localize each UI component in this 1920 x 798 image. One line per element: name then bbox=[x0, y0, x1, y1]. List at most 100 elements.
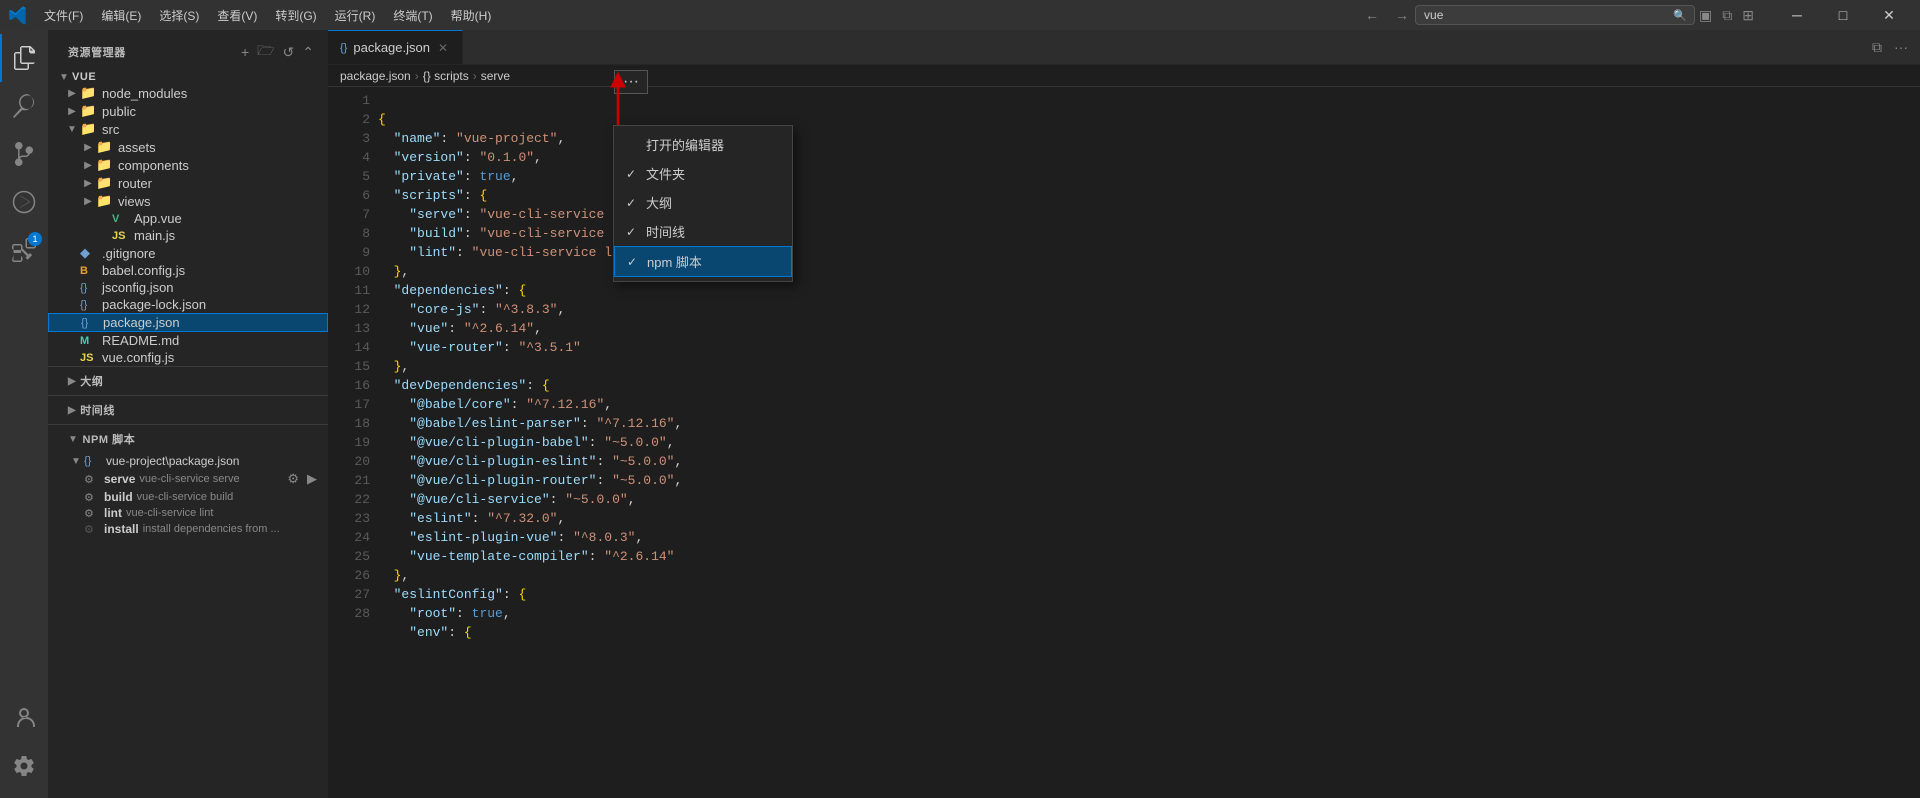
breadcrumb-file[interactable]: package.json bbox=[340, 69, 411, 83]
npm-serve-gear-button[interactable]: ⚙ bbox=[284, 470, 302, 488]
npm-install-name: install bbox=[104, 522, 139, 536]
titlebar-menus: 文件(F) 编辑(E) 选择(S) 查看(V) 转到(G) 运行(R) 终端(T… bbox=[36, 5, 1359, 26]
jsconfig-icon: {} bbox=[80, 282, 98, 294]
tree-router[interactable]: ▶ 📁 router bbox=[48, 174, 328, 192]
vue-config-icon: JS bbox=[80, 352, 98, 364]
context-menu-open-editors[interactable]: 打开的编辑器 bbox=[614, 130, 792, 159]
src-arrow: ▼ bbox=[64, 124, 80, 135]
npm-scripts-check: ✓ bbox=[627, 255, 639, 269]
router-arrow: ▶ bbox=[80, 178, 96, 189]
node-modules-label: node_modules bbox=[102, 86, 328, 101]
refresh-button[interactable]: ↺ bbox=[281, 38, 297, 66]
context-menu-outline[interactable]: ✓ 大纲 bbox=[614, 188, 792, 217]
tree-app-vue[interactable]: ▶ V App.vue bbox=[48, 210, 328, 227]
npm-lint-cmd: vue-cli-service lint bbox=[126, 507, 213, 519]
tree-jsconfig[interactable]: ▶ {} jsconfig.json bbox=[48, 279, 328, 296]
split-editor-button[interactable]: ⧉ bbox=[1868, 37, 1886, 58]
babel-config-label: babel.config.js bbox=[102, 263, 328, 278]
tree-package-json[interactable]: ▶ {} package.json bbox=[48, 313, 328, 332]
activity-explorer[interactable] bbox=[0, 34, 48, 82]
three-dots-menu-button[interactable]: ··· bbox=[614, 70, 648, 94]
tree-vue-config[interactable]: ▶ JS vue.config.js bbox=[48, 349, 328, 366]
tree-assets[interactable]: ▶ 📁 assets bbox=[48, 138, 328, 156]
components-arrow: ▶ bbox=[80, 160, 96, 171]
search-input[interactable] bbox=[1415, 5, 1695, 25]
layout-grid-button[interactable]: ⊞ bbox=[1738, 5, 1758, 26]
context-menu-timeline[interactable]: ✓ 时间线 bbox=[614, 217, 792, 246]
menu-file[interactable]: 文件(F) bbox=[36, 5, 91, 26]
tree-package-lock[interactable]: ▶ {} package-lock.json bbox=[48, 296, 328, 313]
npm-build-icon: ⚙ bbox=[84, 491, 100, 504]
breadcrumb-serve[interactable]: serve bbox=[481, 69, 510, 83]
tree-gitignore[interactable]: ▶ ◆ .gitignore bbox=[48, 244, 328, 262]
search-icon bbox=[12, 94, 36, 118]
node-modules-icon: 📁 bbox=[80, 85, 98, 101]
code-content[interactable]: { "name": "vue-project", "version": "0.1… bbox=[378, 87, 1920, 798]
context-menu-folders[interactable]: ✓ 文件夹 bbox=[614, 159, 792, 188]
tree-readme[interactable]: ▶ M README.md bbox=[48, 332, 328, 349]
activity-search[interactable] bbox=[0, 82, 48, 130]
layout-toggle-button[interactable]: ▣ bbox=[1695, 5, 1716, 26]
new-file-button[interactable]: + bbox=[239, 38, 251, 66]
package-lock-label: package-lock.json bbox=[102, 297, 328, 312]
npm-serve-name: serve bbox=[104, 472, 135, 486]
tree-public[interactable]: ▶ 📁 public bbox=[48, 102, 328, 120]
nav-forward-button[interactable]: → bbox=[1389, 5, 1415, 25]
titlebar-controls: ─ □ ✕ bbox=[1774, 0, 1912, 30]
npm-scripts-header[interactable]: ▼ NPM 脚本 bbox=[48, 425, 328, 453]
npm-serve-actions: ⚙ ▶ bbox=[284, 470, 320, 488]
npm-scripts-section: ▼ NPM 脚本 ▼ {} vue-project\package.json ⚙… bbox=[48, 424, 328, 537]
activity-run[interactable] bbox=[0, 178, 48, 226]
tree-root-vue[interactable]: ▼ VUE bbox=[48, 70, 328, 84]
folders-label: 文件夹 bbox=[646, 164, 685, 183]
tree-node-modules[interactable]: ▶ 📁 node_modules bbox=[48, 84, 328, 102]
vue-root-arrow: ▼ bbox=[56, 72, 72, 83]
new-folder-button[interactable]: 🗁 bbox=[255, 38, 276, 66]
menu-help[interactable]: 帮助(H) bbox=[443, 5, 500, 26]
collapse-all-button[interactable]: ⌃ bbox=[300, 38, 316, 66]
npm-build-item[interactable]: ⚙ build vue-cli-service build bbox=[48, 489, 328, 505]
npm-build-cmd: vue-cli-service build bbox=[137, 491, 234, 503]
npm-root-item[interactable]: ▼ {} vue-project\package.json bbox=[48, 453, 328, 469]
menu-run[interactable]: 运行(R) bbox=[327, 5, 384, 26]
tree-src[interactable]: ▼ 📁 src bbox=[48, 120, 328, 138]
menu-view[interactable]: 查看(V) bbox=[209, 5, 265, 26]
npm-serve-item[interactable]: ⚙ serve vue-cli-service serve ⚙ ▶ bbox=[48, 469, 328, 489]
npm-lint-item[interactable]: ⚙ lint vue-cli-service lint bbox=[48, 505, 328, 521]
readme-label: README.md bbox=[102, 333, 328, 348]
tab-package-json[interactable]: {} package.json ✕ bbox=[328, 30, 463, 64]
sidebar-title: 资源管理器 + 🗁 ↺ ⌃ bbox=[48, 30, 328, 70]
menu-select[interactable]: 选择(S) bbox=[151, 5, 207, 26]
maximize-button[interactable]: □ bbox=[1820, 0, 1866, 30]
npm-install-item[interactable]: ⚙ install install dependencies from ... bbox=[48, 521, 328, 537]
context-menu-npm-scripts[interactable]: ✓ npm 脚本 bbox=[614, 246, 792, 277]
layout-split-button[interactable]: ⧉ bbox=[1718, 5, 1736, 26]
nav-back-button[interactable]: ← bbox=[1359, 5, 1385, 25]
close-button[interactable]: ✕ bbox=[1866, 0, 1912, 30]
npm-scripts-menu-label: npm 脚本 bbox=[647, 252, 702, 271]
outline-header[interactable]: ▶ 大纲 bbox=[48, 367, 328, 395]
tree-main-js[interactable]: ▶ JS main.js bbox=[48, 227, 328, 244]
router-icon: 📁 bbox=[96, 175, 114, 191]
tree-babel-config[interactable]: ▶ B babel.config.js bbox=[48, 262, 328, 279]
activity-accounts[interactable] bbox=[0, 694, 48, 742]
tree-components[interactable]: ▶ 📁 components bbox=[48, 156, 328, 174]
menu-goto[interactable]: 转到(G) bbox=[267, 5, 324, 26]
tab-close-button[interactable]: ✕ bbox=[436, 40, 450, 56]
npm-serve-play-button[interactable]: ▶ bbox=[304, 470, 320, 488]
timeline-header[interactable]: ▶ 时间线 bbox=[48, 396, 328, 424]
breadcrumb-scripts[interactable]: {} scripts bbox=[423, 69, 469, 83]
activity-source-control[interactable] bbox=[0, 130, 48, 178]
tab-icon: {} bbox=[340, 42, 347, 54]
menu-terminal[interactable]: 终端(T) bbox=[385, 5, 440, 26]
search-icon: 🔍 bbox=[1673, 9, 1687, 22]
activity-extensions[interactable]: 1 bbox=[0, 226, 48, 274]
node-modules-arrow: ▶ bbox=[64, 88, 80, 99]
jsconfig-label: jsconfig.json bbox=[102, 280, 328, 295]
tree-views[interactable]: ▶ 📁 views bbox=[48, 192, 328, 210]
menu-edit[interactable]: 编辑(E) bbox=[93, 5, 149, 26]
package-lock-icon: {} bbox=[80, 299, 98, 311]
activity-settings[interactable] bbox=[0, 742, 48, 790]
more-actions-button[interactable]: ··· bbox=[1890, 37, 1912, 57]
minimize-button[interactable]: ─ bbox=[1774, 0, 1820, 30]
